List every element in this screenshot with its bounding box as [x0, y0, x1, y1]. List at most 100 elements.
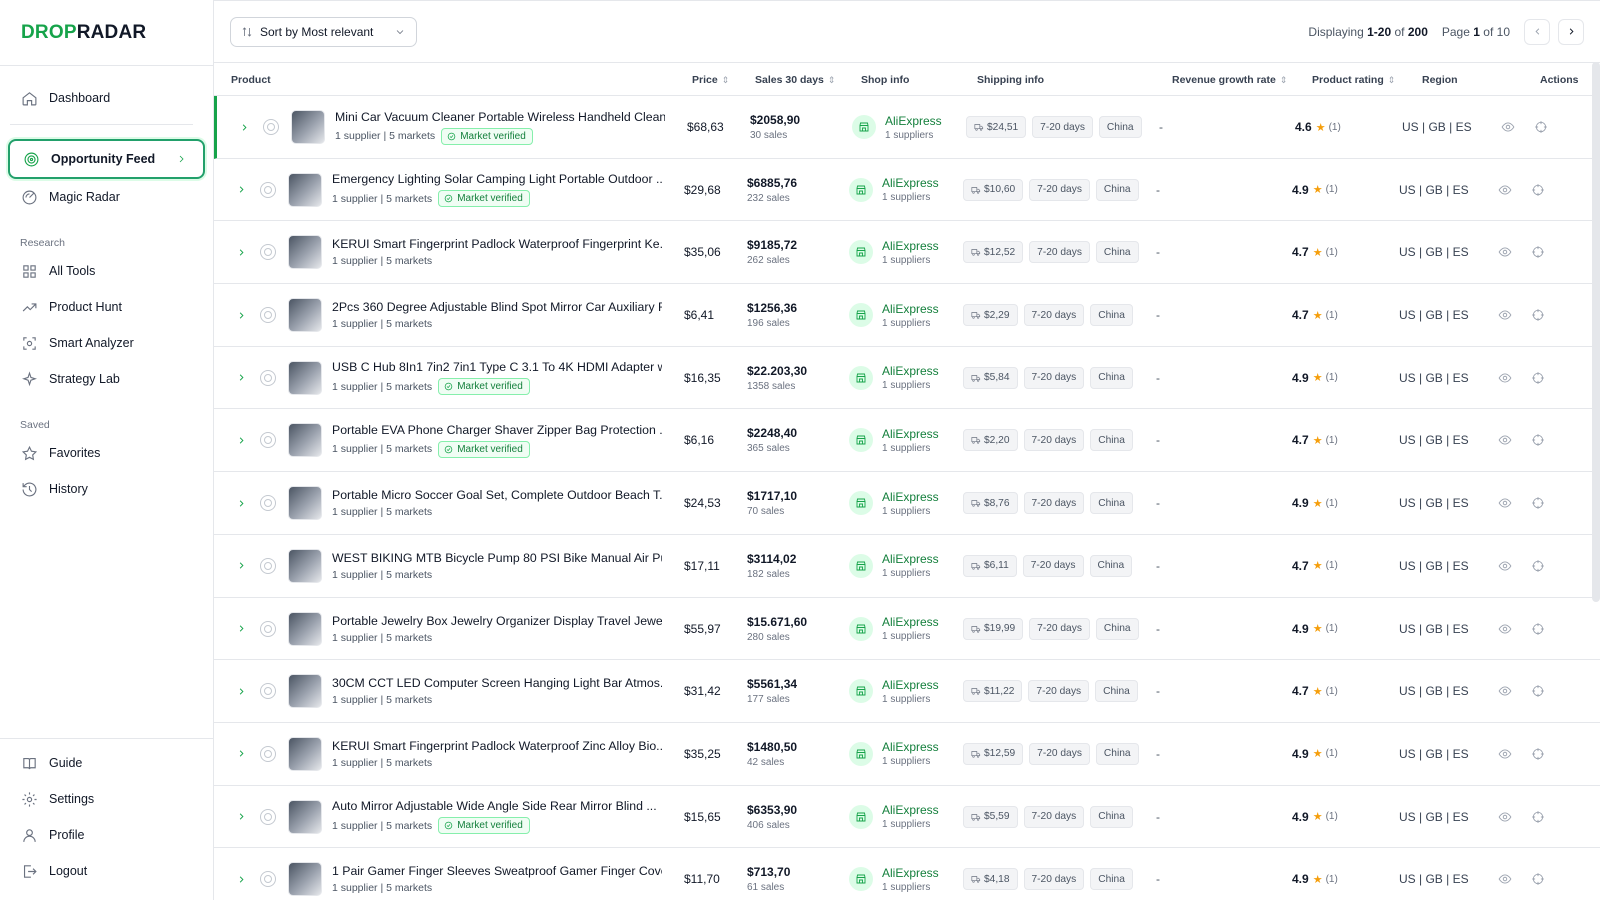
- table-row[interactable]: Portable Jewelry Box Jewelry Organizer D…: [214, 598, 1600, 661]
- shop-name[interactable]: AliExpress: [882, 302, 939, 316]
- track-button[interactable]: [1531, 347, 1545, 409]
- product-thumbnail[interactable]: [291, 110, 325, 144]
- product-thumbnail[interactable]: [288, 423, 322, 458]
- select-row-radio[interactable]: [260, 871, 276, 888]
- product-title[interactable]: 30CM CCT LED Computer Screen Hanging Lig…: [332, 676, 662, 690]
- view-button[interactable]: [1498, 723, 1512, 785]
- select-row-radio[interactable]: [260, 745, 276, 762]
- select-row-radio[interactable]: [260, 181, 276, 198]
- view-button[interactable]: [1498, 347, 1512, 409]
- shop-name[interactable]: AliExpress: [885, 114, 942, 128]
- expand-row-button[interactable]: [236, 284, 247, 346]
- product-title[interactable]: Auto Mirror Adjustable Wide Angle Side R…: [332, 799, 657, 813]
- column-header-sales[interactable]: Sales 30 days ⇕: [755, 63, 835, 97]
- product-title[interactable]: USB C Hub 8In1 7in2 7in1 Type C 3.1 To 4…: [332, 360, 662, 374]
- sidebar-item-favorites[interactable]: Favorites: [8, 435, 205, 471]
- brand-logo[interactable]: DROP RADAR: [0, 0, 213, 66]
- select-row-radio[interactable]: [260, 307, 276, 324]
- select-row-radio[interactable]: [260, 369, 276, 386]
- view-button[interactable]: [1498, 598, 1512, 660]
- table-row[interactable]: KERUI Smart Fingerprint Padlock Waterpro…: [214, 221, 1600, 285]
- track-button[interactable]: [1531, 409, 1545, 471]
- product-title[interactable]: KERUI Smart Fingerprint Padlock Waterpro…: [332, 237, 662, 251]
- next-page-button[interactable]: [1558, 18, 1584, 45]
- select-row-radio[interactable]: [263, 119, 279, 135]
- track-button[interactable]: [1531, 598, 1545, 660]
- product-title[interactable]: 1 Pair Gamer Finger Sleeves Sweatproof G…: [332, 864, 662, 878]
- expand-row-button[interactable]: [236, 786, 247, 848]
- sidebar-item-profile[interactable]: Profile: [8, 817, 205, 853]
- view-button[interactable]: [1498, 221, 1512, 283]
- shop-name[interactable]: AliExpress: [882, 552, 939, 566]
- expand-row-button[interactable]: [239, 96, 250, 158]
- track-button[interactable]: [1531, 221, 1545, 283]
- table-row[interactable]: Portable EVA Phone Charger Shaver Zipper…: [214, 409, 1600, 473]
- table-row[interactable]: Mini Car Vacuum Cleaner Portable Wireles…: [214, 96, 1600, 159]
- column-header-price[interactable]: Price ⇕: [692, 63, 729, 97]
- select-row-radio[interactable]: [260, 557, 276, 574]
- product-thumbnail[interactable]: [288, 611, 322, 646]
- track-button[interactable]: [1531, 660, 1545, 722]
- product-title[interactable]: Portable Micro Soccer Goal Set, Complete…: [332, 488, 662, 502]
- select-row-radio[interactable]: [260, 683, 276, 700]
- expand-row-button[interactable]: [236, 598, 247, 660]
- sidebar-item-history[interactable]: History: [8, 471, 205, 507]
- view-button[interactable]: [1498, 848, 1512, 900]
- product-thumbnail[interactable]: [288, 298, 322, 333]
- track-button[interactable]: [1534, 96, 1548, 158]
- sidebar-item-magic-radar[interactable]: Magic Radar: [8, 179, 205, 215]
- product-title[interactable]: Portable Jewelry Box Jewelry Organizer D…: [332, 614, 662, 628]
- track-button[interactable]: [1531, 284, 1545, 346]
- product-title[interactable]: KERUI Smart Fingerprint Padlock Waterpro…: [332, 739, 662, 753]
- expand-row-button[interactable]: [236, 535, 247, 597]
- product-thumbnail[interactable]: [288, 486, 322, 521]
- view-button[interactable]: [1498, 284, 1512, 346]
- expand-row-button[interactable]: [236, 221, 247, 283]
- table-row[interactable]: WEST BIKING MTB Bicycle Pump 80 PSI Bike…: [214, 535, 1600, 598]
- expand-row-button[interactable]: [236, 472, 247, 534]
- select-row-radio[interactable]: [260, 495, 276, 512]
- expand-row-button[interactable]: [236, 723, 247, 785]
- sidebar-item-smart-analyzer[interactable]: Smart Analyzer: [8, 325, 205, 361]
- table-row[interactable]: Emergency Lighting Solar Camping Light P…: [214, 159, 1600, 222]
- shop-name[interactable]: AliExpress: [882, 364, 939, 378]
- product-thumbnail[interactable]: [288, 862, 322, 897]
- column-header-growth[interactable]: Revenue growth rate ⇕: [1172, 63, 1287, 97]
- table-row[interactable]: 2Pcs 360 Degree Adjustable Blind Spot Mi…: [214, 284, 1600, 347]
- sidebar-item-logout[interactable]: Logout: [8, 853, 205, 889]
- view-button[interactable]: [1498, 472, 1512, 534]
- expand-row-button[interactable]: [236, 848, 247, 900]
- shop-name[interactable]: AliExpress: [882, 803, 939, 817]
- select-row-radio[interactable]: [260, 432, 276, 449]
- shop-name[interactable]: AliExpress: [882, 490, 939, 504]
- product-thumbnail[interactable]: [288, 172, 322, 207]
- product-thumbnail[interactable]: [288, 235, 322, 270]
- view-button[interactable]: [1498, 660, 1512, 722]
- product-thumbnail[interactable]: [288, 548, 322, 583]
- product-thumbnail[interactable]: [288, 736, 322, 771]
- expand-row-button[interactable]: [236, 159, 247, 221]
- product-title[interactable]: Emergency Lighting Solar Camping Light P…: [332, 172, 662, 186]
- shop-name[interactable]: AliExpress: [882, 427, 939, 441]
- view-button[interactable]: [1498, 159, 1512, 221]
- select-row-radio[interactable]: [260, 244, 276, 261]
- shop-name[interactable]: AliExpress: [882, 615, 939, 629]
- view-button[interactable]: [1498, 535, 1512, 597]
- product-thumbnail[interactable]: [288, 674, 322, 709]
- sidebar-item-product-hunt[interactable]: Product Hunt: [8, 289, 205, 325]
- track-button[interactable]: [1531, 848, 1545, 900]
- table-row[interactable]: USB C Hub 8In1 7in2 7in1 Type C 3.1 To 4…: [214, 347, 1600, 410]
- table-row[interactable]: Auto Mirror Adjustable Wide Angle Side R…: [214, 786, 1600, 849]
- select-row-radio[interactable]: [260, 808, 276, 825]
- product-title[interactable]: Portable EVA Phone Charger Shaver Zipper…: [332, 423, 662, 437]
- sidebar-item-guide[interactable]: Guide: [8, 745, 205, 781]
- sidebar-item-strategy-lab[interactable]: Strategy Lab: [8, 361, 205, 397]
- track-button[interactable]: [1531, 159, 1545, 221]
- sort-dropdown[interactable]: Sort by Most relevant: [230, 16, 417, 47]
- view-button[interactable]: [1498, 409, 1512, 471]
- product-thumbnail[interactable]: [288, 799, 322, 834]
- track-button[interactable]: [1531, 723, 1545, 785]
- expand-row-button[interactable]: [236, 347, 247, 409]
- product-title[interactable]: Mini Car Vacuum Cleaner Portable Wireles…: [335, 110, 665, 124]
- sidebar-item-dashboard[interactable]: Dashboard: [8, 80, 205, 116]
